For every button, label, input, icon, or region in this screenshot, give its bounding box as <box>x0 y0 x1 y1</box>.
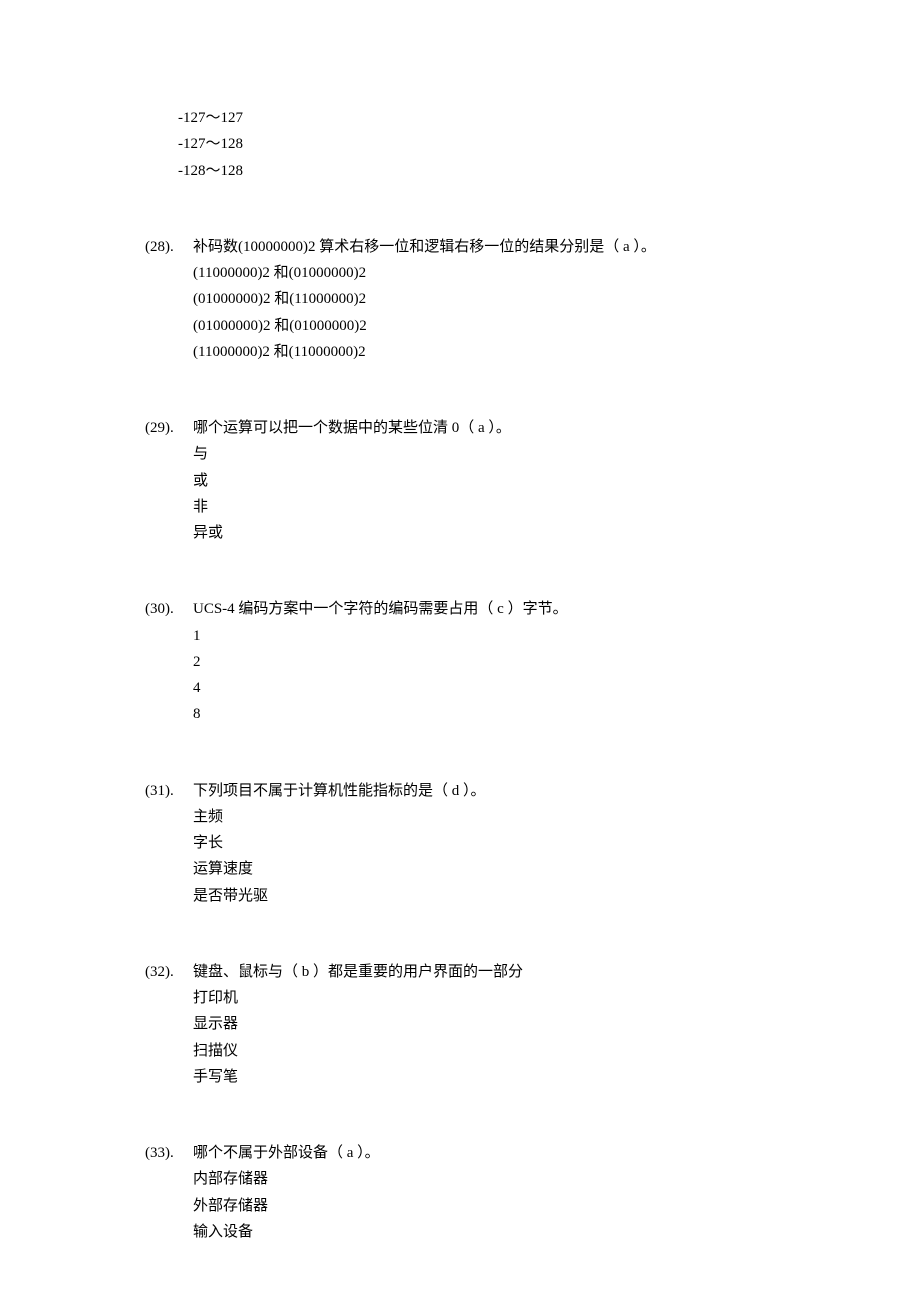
option-group: 与 或 非 异或 <box>145 441 820 546</box>
question-33: (33). 哪个不属于外部设备（ a ）。 内部存储器 外部存储器 输入设备 <box>145 1140 820 1245</box>
option-text: 与 <box>193 441 820 467</box>
question-text: 补码数(10000000)2 算术右移一位和逻辑右移一位的结果分别是（ a ）。 <box>193 234 820 260</box>
option-text: 非 <box>193 494 820 520</box>
option-text: 1 <box>193 623 820 649</box>
orphan-option-group: -127～127 -127～128 -128～128 <box>145 105 820 184</box>
option-text: 8 <box>193 701 820 727</box>
option-text: (01000000)2 和(11000000)2 <box>193 286 820 312</box>
option-group: 内部存储器 外部存储器 输入设备 <box>145 1166 820 1245</box>
question-row: (31). 下列项目不属于计算机性能指标的是（ d ）。 <box>145 778 820 804</box>
question-text: 哪个运算可以把一个数据中的某些位清 0（ a ）。 <box>193 415 820 441</box>
option-text: 4 <box>193 675 820 701</box>
question-row: (32). 键盘、鼠标与（ b ）都是重要的用户界面的一部分 <box>145 959 820 985</box>
question-29: (29). 哪个运算可以把一个数据中的某些位清 0（ a ）。 与 或 非 异或 <box>145 415 820 546</box>
question-row: (33). 哪个不属于外部设备（ a ）。 <box>145 1140 820 1166</box>
option-text: 是否带光驱 <box>193 883 820 909</box>
option-text: -127～127 <box>178 105 820 131</box>
question-number: (28). <box>145 234 193 260</box>
question-number: (30). <box>145 596 193 622</box>
option-text: 异或 <box>193 520 820 546</box>
option-text: (01000000)2 和(01000000)2 <box>193 313 820 339</box>
option-group: (11000000)2 和(01000000)2 (01000000)2 和(1… <box>145 260 820 365</box>
question-number: (29). <box>145 415 193 441</box>
option-group: 主频 字长 运算速度 是否带光驱 <box>145 804 820 909</box>
option-group: 打印机 显示器 扫描仪 手写笔 <box>145 985 820 1090</box>
question-30: (30). UCS-4 编码方案中一个字符的编码需要占用（ c ）字节。 1 2… <box>145 596 820 727</box>
question-number: (32). <box>145 959 193 985</box>
option-text: 或 <box>193 468 820 494</box>
question-31: (31). 下列项目不属于计算机性能指标的是（ d ）。 主频 字长 运算速度 … <box>145 778 820 909</box>
option-text: (11000000)2 和(11000000)2 <box>193 339 820 365</box>
option-text: 主频 <box>193 804 820 830</box>
question-row: (29). 哪个运算可以把一个数据中的某些位清 0（ a ）。 <box>145 415 820 441</box>
option-text: (11000000)2 和(01000000)2 <box>193 260 820 286</box>
option-group: 1 2 4 8 <box>145 623 820 728</box>
question-text: UCS-4 编码方案中一个字符的编码需要占用（ c ）字节。 <box>193 596 820 622</box>
option-text: 字长 <box>193 830 820 856</box>
question-number: (33). <box>145 1140 193 1166</box>
question-text: 键盘、鼠标与（ b ）都是重要的用户界面的一部分 <box>193 959 820 985</box>
option-text: 2 <box>193 649 820 675</box>
question-32: (32). 键盘、鼠标与（ b ）都是重要的用户界面的一部分 打印机 显示器 扫… <box>145 959 820 1090</box>
option-text: 显示器 <box>193 1011 820 1037</box>
question-text: 下列项目不属于计算机性能指标的是（ d ）。 <box>193 778 820 804</box>
question-row: (30). UCS-4 编码方案中一个字符的编码需要占用（ c ）字节。 <box>145 596 820 622</box>
option-text: -127～128 <box>178 131 820 157</box>
option-text: 运算速度 <box>193 856 820 882</box>
option-text: 打印机 <box>193 985 820 1011</box>
question-number: (31). <box>145 778 193 804</box>
option-text: 内部存储器 <box>193 1166 820 1192</box>
option-text: 扫描仪 <box>193 1038 820 1064</box>
option-text: 输入设备 <box>193 1219 820 1245</box>
option-text: 手写笔 <box>193 1064 820 1090</box>
question-text: 哪个不属于外部设备（ a ）。 <box>193 1140 820 1166</box>
question-row: (28). 补码数(10000000)2 算术右移一位和逻辑右移一位的结果分别是… <box>145 234 820 260</box>
option-text: -128～128 <box>178 158 820 184</box>
question-28: (28). 补码数(10000000)2 算术右移一位和逻辑右移一位的结果分别是… <box>145 234 820 365</box>
option-text: 外部存储器 <box>193 1193 820 1219</box>
